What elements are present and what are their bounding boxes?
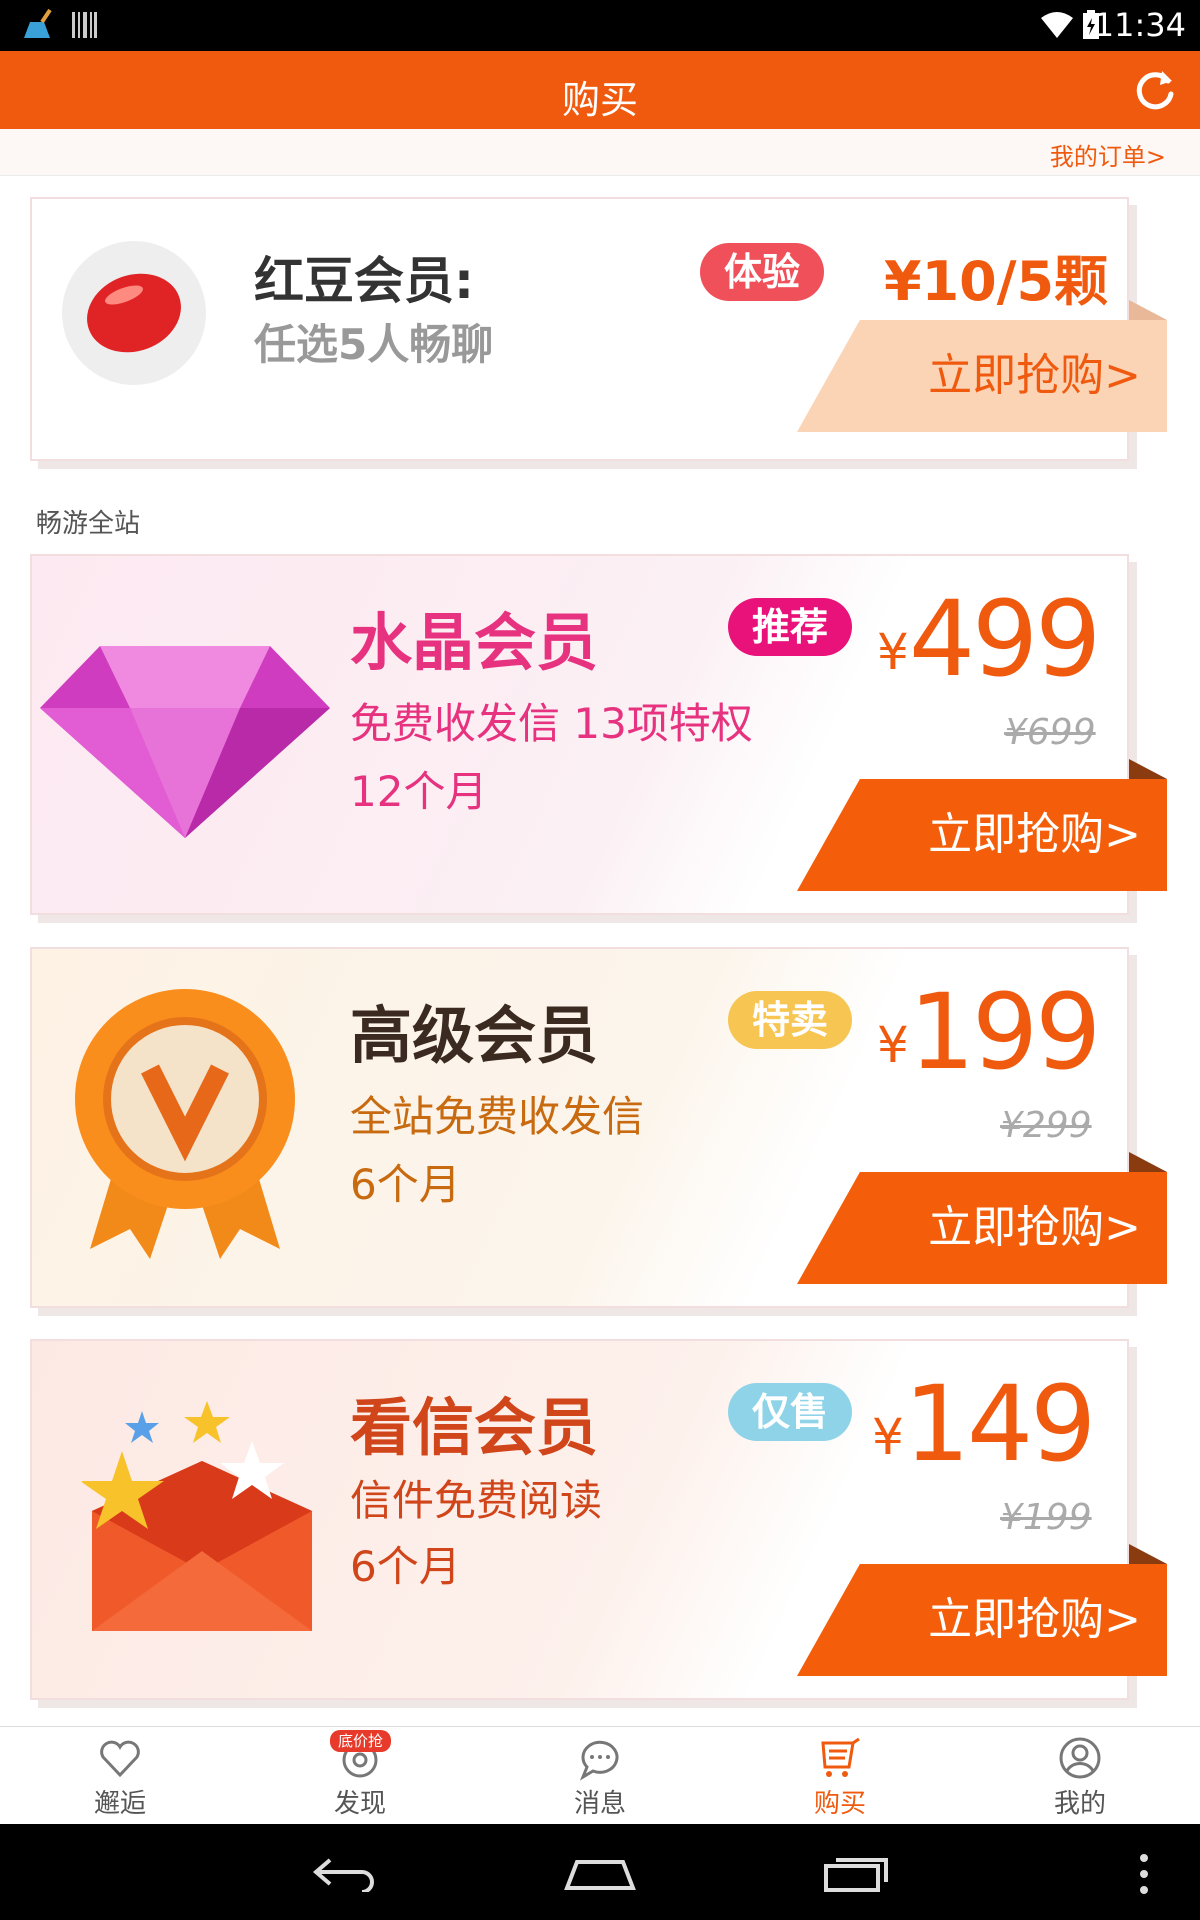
trial-desc: 任选5人畅聊 — [254, 320, 494, 369]
tab-label: 我的 — [1053, 1789, 1106, 1819]
plan-buy-button[interactable]: 立即抢购> — [797, 1564, 1167, 1676]
back-icon[interactable] — [310, 1852, 380, 1892]
envelope-stars-icon — [82, 1401, 312, 1631]
trial-name: 红豆会员: — [254, 252, 474, 310]
tab-badge: 底价抢 — [330, 1730, 392, 1752]
orders-bar: 我的订单> — [0, 129, 1200, 176]
plan-price: ¥149 — [872, 1363, 1097, 1485]
plan-buy-fold — [1129, 1152, 1167, 1172]
trial-buy-fold — [1129, 300, 1167, 320]
currency-symbol: ¥ — [877, 623, 909, 681]
plan-buy-button[interactable]: 立即抢购> — [797, 1172, 1167, 1284]
v-medal-icon — [75, 989, 295, 1259]
chat-icon — [579, 1740, 619, 1781]
plan-buy-fold — [1129, 759, 1167, 779]
tab-mine[interactable]: 我的 — [960, 1727, 1200, 1825]
plan-card-reader: 看信会员 信件免费阅读 6个月 仅售 ¥149 ¥199 立即抢购> — [30, 1339, 1167, 1700]
tab-encounter[interactable]: 邂逅 — [0, 1727, 240, 1825]
plan-name: 水晶会员 — [350, 606, 599, 679]
plan-desc-1: 全站免费收发信 — [350, 1092, 645, 1141]
section-label: 畅游全站 — [36, 509, 141, 539]
currency-symbol: ¥ — [877, 1016, 909, 1074]
plan-name: 高级会员 — [350, 999, 599, 1072]
plan-card-crystal: 水晶会员 免费收发信 13项特权 12个月 推荐 ¥499 ¥699 立即抢购> — [30, 554, 1167, 915]
price-value: 499 — [908, 578, 1102, 700]
bottom-tab-bar: 邂逅 底价抢 发现 消息 购买 我的 — [0, 1726, 1200, 1825]
red-bean-icon — [62, 241, 206, 385]
tab-label: 邂逅 — [93, 1789, 146, 1819]
recents-icon[interactable] — [822, 1852, 892, 1892]
plan-buy-button[interactable]: 立即抢购> — [797, 779, 1167, 891]
plan-name: 看信会员 — [350, 1391, 599, 1464]
refresh-icon[interactable] — [1132, 67, 1178, 113]
my-orders-link[interactable]: 我的订单> — [1050, 137, 1166, 172]
user-icon — [1059, 1737, 1101, 1779]
plan-price: ¥199 — [877, 971, 1102, 1093]
trial-card: 红豆会员: 任选5人畅聊 体验 ¥10/5颗 立即抢购> — [30, 197, 1167, 461]
heart-icon — [100, 1740, 140, 1778]
tab-buy[interactable]: 购买 — [720, 1727, 960, 1825]
trial-price: ¥10/5颗 — [884, 250, 1109, 313]
cleaner-icon — [24, 8, 52, 38]
diamond-icon — [40, 646, 330, 838]
plan-badge: 特卖 — [728, 991, 853, 1049]
tab-label: 消息 — [573, 1789, 626, 1819]
more-vert-icon[interactable] — [1138, 1852, 1150, 1896]
plan-badge: 推荐 — [728, 598, 853, 656]
plan-original-price: ¥699 — [1004, 712, 1096, 753]
plan-desc-1: 信件免费阅读 — [350, 1476, 603, 1525]
trial-buy-button[interactable]: 立即抢购> — [797, 320, 1167, 432]
barcode-icon — [72, 12, 97, 38]
system-nav-bar — [0, 1824, 1200, 1920]
plan-desc-2: 6个月 — [350, 1542, 461, 1591]
page-title: 购买 — [561, 78, 638, 122]
plan-card-senior: 高级会员 全站免费收发信 6个月 特卖 ¥199 ¥299 立即抢购> — [30, 947, 1167, 1308]
status-bar: 11:34 — [0, 0, 1200, 51]
plan-buy-fold — [1129, 1544, 1167, 1564]
tab-discover[interactable]: 底价抢 发现 — [240, 1727, 480, 1825]
app-bar: 购买 — [0, 51, 1200, 129]
tab-label: 购买 — [813, 1789, 866, 1819]
plan-badge: 仅售 — [728, 1383, 853, 1441]
plan-original-price: ¥199 — [1000, 1497, 1092, 1538]
home-icon[interactable] — [563, 1852, 637, 1892]
trial-badge: 体验 — [700, 243, 825, 301]
plan-original-price: ¥299 — [1000, 1105, 1092, 1146]
tab-label: 发现 — [333, 1789, 386, 1819]
currency-symbol: ¥ — [872, 1408, 904, 1466]
tab-messages[interactable]: 消息 — [480, 1727, 720, 1825]
wifi-icon — [1041, 12, 1073, 38]
plan-desc-2: 12个月 — [350, 767, 488, 816]
price-value: 149 — [903, 1363, 1097, 1485]
plan-desc-1: 免费收发信 13项特权 — [350, 699, 753, 748]
cart-icon — [821, 1737, 860, 1777]
price-value: 199 — [908, 971, 1102, 1093]
plan-price: ¥499 — [877, 578, 1102, 700]
plan-desc-2: 6个月 — [350, 1160, 461, 1209]
clock: 11:34 — [1093, 6, 1186, 44]
